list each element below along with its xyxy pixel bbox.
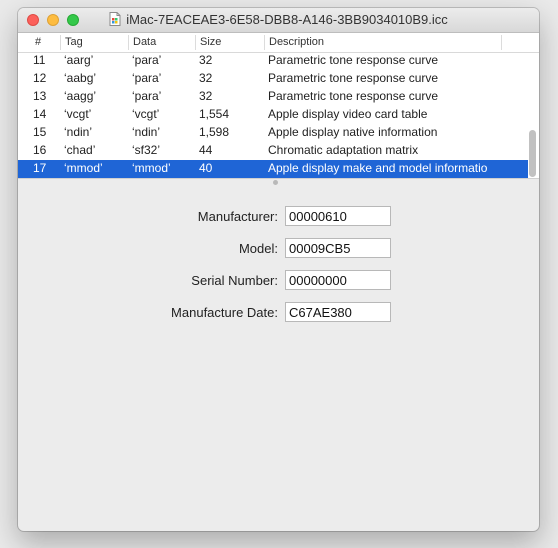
manufacturer-field[interactable]: 00000610: [285, 206, 391, 226]
row-size: 32: [199, 71, 213, 85]
model-row: Model: 00009CB5: [18, 238, 539, 260]
row-description: Apple display video card table: [268, 107, 428, 121]
model-field[interactable]: 00009CB5: [285, 238, 391, 258]
manufacture-date-field[interactable]: C67AE380: [285, 302, 391, 322]
model-label: Model:: [238, 241, 278, 256]
row-data-type: ‘vcgt’: [132, 107, 160, 121]
row-number: 14: [33, 107, 47, 121]
row-tag: ‘aabg’: [64, 71, 97, 85]
row-data-type: ‘para’: [132, 89, 162, 103]
row-number: 15: [33, 125, 47, 139]
row-description: Chromatic adaptation matrix: [268, 143, 419, 157]
row-data-type: ‘para’: [132, 71, 162, 85]
row-tag: ‘chad’: [64, 143, 96, 157]
column-header-number[interactable]: #: [30, 36, 41, 50]
split-view-divider[interactable]: [18, 178, 539, 185]
row-size: 1,598: [199, 125, 230, 139]
row-size: 1,554: [199, 107, 230, 121]
row-description: Parametric tone response curve: [268, 53, 439, 67]
row-size: 32: [199, 89, 213, 103]
row-number: 11: [33, 53, 46, 67]
divider-handle-icon[interactable]: [273, 180, 278, 185]
window-title: iMac-7EACEAE3-6E58-DBB8-A146-3BB9034010B…: [126, 12, 448, 27]
title-bar: iMac-7EACEAE3-6E58-DBB8-A146-3BB9034010B…: [18, 8, 539, 33]
tag-table[interactable]: # Tag Data Size Description 11 ‘aarg’ ‘p…: [18, 33, 539, 178]
table-row[interactable]: 13 ‘aagg’ ‘para’ 32 Parametric tone resp…: [18, 88, 528, 106]
row-number: 13: [33, 89, 47, 103]
manufacture-date-row: Manufacture Date: C67AE380: [18, 302, 539, 324]
table-row[interactable]: 11 ‘aarg’ ‘para’ 32 Parametric tone resp…: [18, 52, 528, 70]
row-number: 16: [33, 143, 47, 157]
row-number: 12: [33, 71, 47, 85]
row-data-type: ‘para’: [132, 53, 162, 67]
row-size: 32: [199, 53, 213, 67]
row-data-type: ‘ndin’: [132, 125, 161, 139]
row-data-type: ‘sf32’: [132, 143, 161, 157]
row-size: 44: [199, 143, 213, 157]
manufacture-date-label: Manufacture Date:: [171, 305, 278, 320]
table-row[interactable]: 14 ‘vcgt’ ‘vcgt’ 1,554 Apple display vid…: [18, 106, 528, 124]
table-row[interactable]: 12 ‘aabg’ ‘para’ 32 Parametric tone resp…: [18, 70, 528, 88]
row-description: Apple display native information: [268, 125, 438, 139]
row-tag: ‘aarg’: [64, 53, 94, 67]
row-size: 40: [199, 161, 213, 175]
row-description: Apple display make and model informatio: [268, 161, 488, 175]
table-row[interactable]: 16 ‘chad’ ‘sf32’ 44 Chromatic adaptation…: [18, 142, 528, 160]
row-number: 17: [33, 161, 47, 175]
row-description: Parametric tone response curve: [268, 71, 439, 85]
row-tag: ‘vcgt’: [64, 107, 92, 121]
table-row-selected[interactable]: 17 ‘mmod’ ‘mmod’ 40 Apple display make a…: [18, 160, 528, 178]
row-description: Parametric tone response curve: [268, 89, 439, 103]
window-title-group: iMac-7EACEAE3-6E58-DBB8-A146-3BB9034010B…: [18, 12, 539, 29]
profile-window: iMac-7EACEAE3-6E58-DBB8-A146-3BB9034010B…: [18, 8, 539, 531]
serial-number-row: Serial Number: 00000000: [18, 270, 539, 292]
manufacturer-label: Manufacturer:: [197, 209, 278, 224]
row-tag: ‘mmod’: [64, 161, 103, 175]
serial-number-field[interactable]: 00000000: [285, 270, 391, 290]
scrollbar-thumb[interactable]: [529, 130, 536, 177]
column-header-size[interactable]: Size: [195, 36, 221, 50]
row-tag: ‘aagg’: [64, 89, 97, 103]
column-header-data[interactable]: Data: [128, 36, 156, 50]
column-header-description[interactable]: Description: [264, 36, 324, 50]
document-icon[interactable]: [109, 12, 121, 29]
row-data-type: ‘mmod’: [132, 161, 171, 175]
table-header: # Tag Data Size Description: [18, 33, 539, 53]
column-header-tag[interactable]: Tag: [60, 36, 83, 50]
column-divider[interactable]: [501, 35, 502, 50]
row-tag: ‘ndin’: [64, 125, 93, 139]
serial-number-label: Serial Number:: [191, 273, 278, 288]
table-row[interactable]: 15 ‘ndin’ ‘ndin’ 1,598 Apple display nat…: [18, 124, 528, 142]
manufacturer-row: Manufacturer: 00000610: [18, 206, 539, 228]
